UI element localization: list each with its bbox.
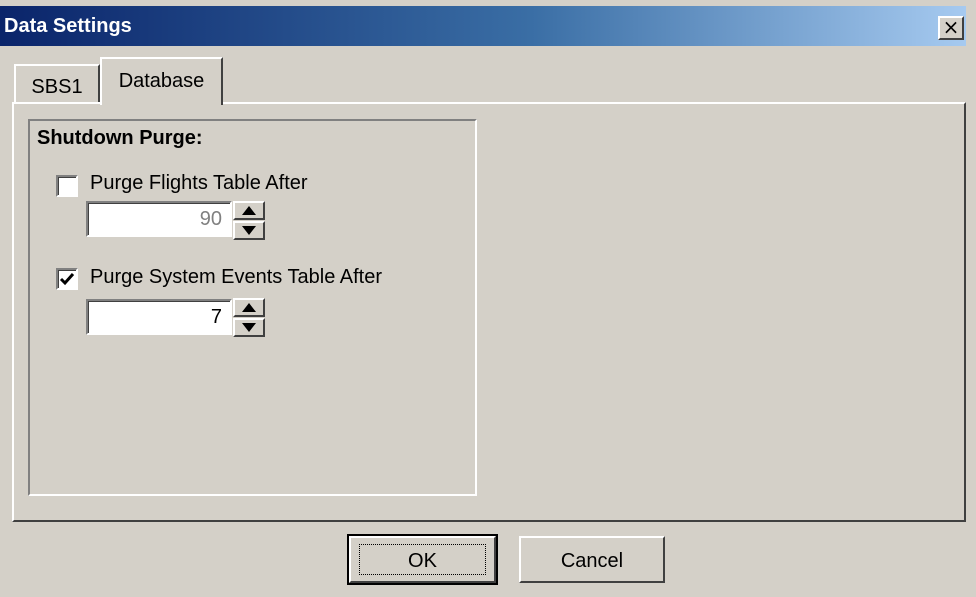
purge-flights-label: Purge Flights Table After	[90, 172, 308, 194]
purge-system-events-down-button[interactable]	[233, 318, 265, 337]
ok-button[interactable]: OK	[347, 534, 498, 585]
cancel-button[interactable]: Cancel	[519, 536, 665, 583]
purge-flights-checkbox[interactable]	[56, 175, 78, 197]
shutdown-purge-title: Shutdown Purge:	[37, 127, 203, 149]
purge-flights-down-button[interactable]	[233, 221, 265, 240]
tab-sbs1[interactable]: SBS1	[14, 64, 100, 102]
purge-flights-days-input[interactable]: 90	[86, 201, 232, 237]
window-title: Data Settings	[4, 15, 132, 37]
title-bar[interactable]: Data Settings ×	[0, 6, 966, 46]
data-settings-dialog: Data Settings × SBS1 Database Shutdown P…	[0, 0, 976, 597]
tab-database[interactable]: Database	[100, 57, 223, 105]
tab-sbs1-label: SBS1	[31, 76, 83, 98]
arrow-down-icon	[242, 323, 256, 332]
purge-system-events-up-button[interactable]	[233, 298, 265, 317]
purge-flights-up-button[interactable]	[233, 201, 265, 220]
checkmark-icon	[59, 273, 75, 286]
focus-rect	[359, 544, 486, 575]
close-icon: ×	[942, 15, 960, 39]
arrow-down-icon	[242, 226, 256, 235]
purge-system-events-checkbox[interactable]	[56, 268, 78, 290]
tab-database-label: Database	[118, 70, 205, 92]
arrow-up-icon	[242, 206, 256, 215]
purge-system-events-label: Purge System Events Table After	[90, 266, 383, 288]
purge-system-events-days-input[interactable]: 7	[86, 299, 232, 335]
arrow-up-icon	[242, 303, 256, 312]
cancel-button-label: Cancel	[560, 550, 624, 572]
close-button[interactable]: ×	[938, 16, 964, 40]
